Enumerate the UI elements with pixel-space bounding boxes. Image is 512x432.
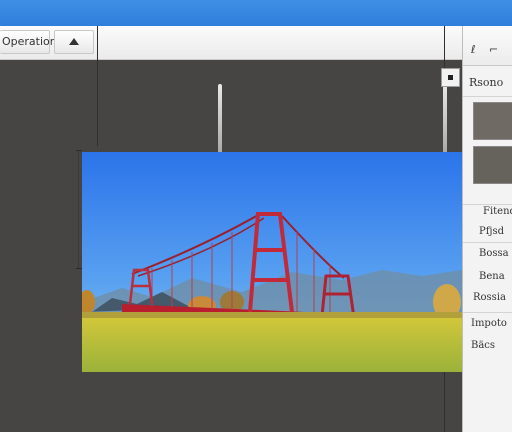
move-up-button[interactable] bbox=[54, 30, 94, 54]
panel-item-pfjsd[interactable]: Pfjsd bbox=[479, 226, 504, 237]
wand-icon[interactable]: ⌐ bbox=[489, 43, 498, 56]
vertical-guide-left[interactable] bbox=[97, 26, 98, 146]
panel-item-bacs[interactable]: Bäcs bbox=[471, 340, 495, 351]
panel-tab-bar: ℓ ⌐ bbox=[463, 26, 512, 66]
ruler-mark-top bbox=[76, 150, 82, 151]
panel-item-bena[interactable]: Bena bbox=[479, 271, 505, 282]
panel-divider bbox=[463, 312, 512, 313]
color-swatch-2[interactable] bbox=[473, 146, 512, 184]
toolbar: Operation bbox=[0, 26, 462, 60]
brush-icon[interactable]: ℓ bbox=[471, 43, 476, 56]
operation-menu-button[interactable]: Operation bbox=[0, 30, 57, 54]
panel-header: Rsono bbox=[469, 76, 504, 89]
panel-item-impoto[interactable]: Impoto bbox=[471, 318, 507, 329]
panel-item-rossia[interactable]: Rossia bbox=[473, 292, 506, 303]
panel-item-bossa[interactable]: Bossa bbox=[479, 248, 509, 259]
triangle-up-icon bbox=[69, 38, 79, 45]
panel-item-fitend[interactable]: Fitend bbox=[483, 206, 512, 217]
panel-divider bbox=[463, 204, 512, 205]
bridge-photo bbox=[82, 152, 462, 372]
window-title-bar bbox=[0, 0, 512, 26]
color-swatch-1[interactable] bbox=[473, 102, 512, 140]
fit-view-button[interactable] bbox=[441, 68, 460, 87]
ruler-line bbox=[78, 150, 79, 268]
square-icon bbox=[448, 75, 453, 80]
panel-divider bbox=[463, 96, 512, 97]
panel-divider bbox=[463, 242, 512, 243]
canvas-image[interactable] bbox=[82, 152, 462, 372]
right-panel: ℓ ⌐ Rsono Fitend Pfjsd Bossa Bena Rossia… bbox=[462, 26, 512, 432]
